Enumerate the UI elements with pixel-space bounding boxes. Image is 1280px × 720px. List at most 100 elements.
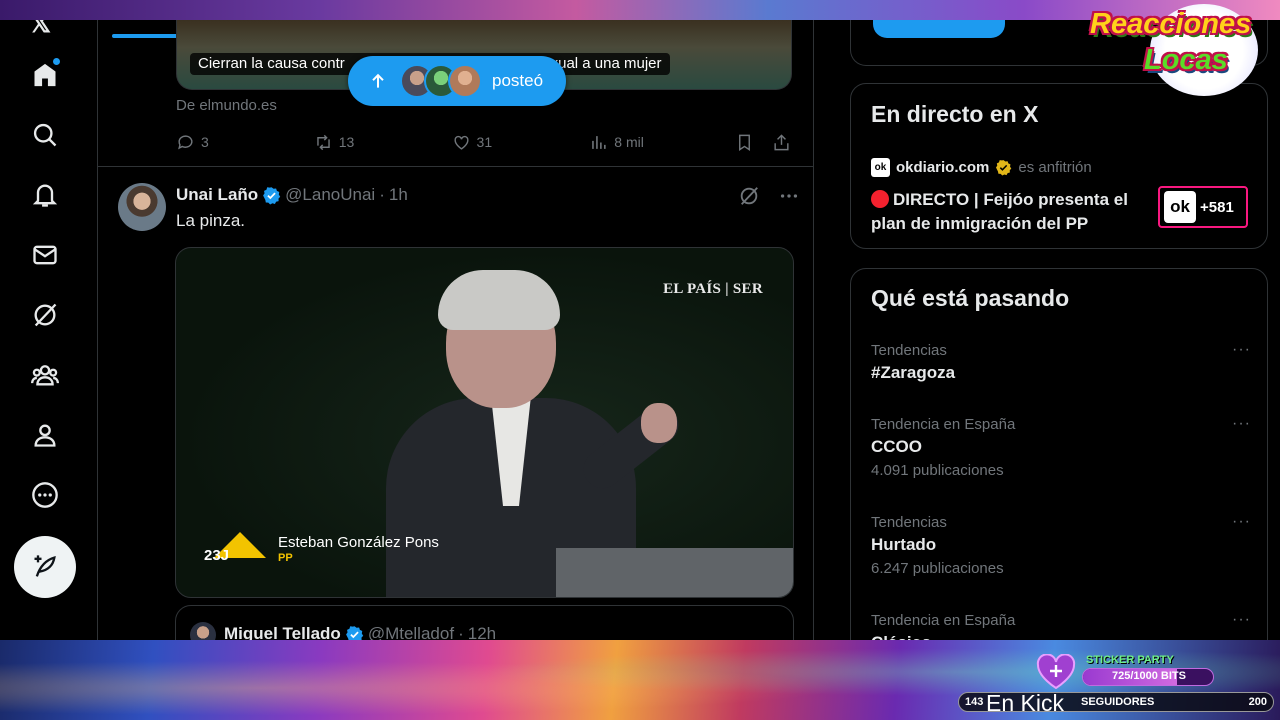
quoted-author-handle: @Mtelladof — [367, 624, 455, 640]
video-speaker-hair — [438, 270, 560, 330]
post-header-icons — [738, 185, 800, 207]
video-lower-third: 23J Esteban González Pons PP — [204, 532, 439, 564]
gold-verified-badge-icon — [995, 159, 1012, 176]
post-text: La pinza. — [176, 211, 245, 230]
share-button[interactable] — [772, 133, 792, 152]
video-23j-logo: 23J — [204, 532, 266, 564]
video-lectern — [556, 548, 793, 597]
okdiario-logo-icon: ok — [871, 158, 890, 177]
grok-icon[interactable] — [22, 292, 68, 338]
verified-badge-icon — [345, 625, 364, 640]
trend-more-icon[interactable]: ··· — [1232, 611, 1251, 629]
trend-item[interactable]: Tendencia en España Clásico ··· — [871, 611, 1251, 640]
trend-context: Tendencia en España — [871, 612, 1016, 629]
quoted-post[interactable]: Miguel Tellado @Mtelladof · 12h — [175, 605, 794, 640]
live-stream-text: DIRECTO | Feijóo presenta el plan de inm… — [871, 190, 1128, 233]
video-logo-text: 23J — [204, 547, 230, 564]
bookmark-button[interactable] — [735, 133, 772, 152]
verified-badge-icon — [262, 186, 281, 205]
active-tab-indicator — [112, 34, 178, 38]
link-card-source[interactable]: De elmundo.es — [176, 97, 277, 114]
kick-label: En Kick — [986, 690, 1064, 716]
grok-icon[interactable] — [738, 185, 760, 207]
video-speaker-name: Esteban González Pons — [278, 534, 439, 551]
video-player[interactable]: EL PAÍS | SER 23J Esteban González Pons … — [175, 247, 794, 598]
live-host-name: okdiario.com — [896, 159, 990, 176]
home-icon[interactable] — [22, 52, 68, 98]
like-button[interactable]: 31 — [452, 133, 590, 152]
trend-item[interactable]: Tendencia en España CCOO 4.091 publicaci… — [871, 415, 1251, 483]
trend-more-icon[interactable]: ··· — [1232, 415, 1251, 433]
time-separator: · — [458, 624, 464, 640]
trend-more-icon[interactable]: ··· — [1232, 341, 1251, 359]
more-options-icon[interactable] — [778, 185, 800, 207]
link-card-caption-part1: Cierran la causa contr — [198, 55, 345, 72]
post-time[interactable]: 1h — [389, 185, 408, 205]
trend-item[interactable]: Tendencias #Zaragoza ··· — [871, 341, 1251, 385]
live-host[interactable]: ok okdiario.com es anfitrión — [871, 158, 1092, 177]
trend-name: CCOO — [871, 437, 922, 456]
heart-icon — [453, 135, 469, 150]
followers-label: SEGUIDORES — [1081, 696, 1155, 708]
time-separator: · — [379, 185, 385, 204]
live-host-role: es anfitrión — [1018, 159, 1092, 176]
search-icon[interactable] — [22, 112, 68, 158]
heart-icon — [1036, 654, 1076, 690]
trends-title: Qué está pasando — [871, 285, 1070, 311]
more-icon[interactable] — [22, 472, 68, 518]
reply-icon — [178, 134, 193, 149]
channel-logo-line1: Reacciones — [1090, 8, 1252, 40]
x-app-window: 𝕏 Cierran la causa contr esión sexual a … — [0, 20, 1280, 640]
trends-panel: Qué está pasando Tendencias #Zaragoza ··… — [850, 268, 1268, 640]
views-icon — [592, 135, 606, 149]
trend-more-icon[interactable]: ··· — [1232, 513, 1251, 531]
arrow-up-icon — [372, 73, 384, 88]
sticker-party-title: STICKER PARTY — [1086, 654, 1174, 666]
followers-current: 143 — [965, 696, 984, 708]
bookmark-icon — [738, 134, 750, 151]
repost-count: 13 — [338, 134, 355, 150]
sticker-progress-text: 725/1000 BITS — [1112, 670, 1186, 682]
home-notification-dot — [53, 58, 60, 65]
trend-count: 6.247 publicaciones — [871, 560, 1004, 577]
trend-name: #Zaragoza — [871, 363, 956, 382]
avatar[interactable] — [118, 183, 166, 231]
stream-overlay-top — [0, 0, 1280, 20]
author-handle[interactable]: @LanoUnai — [285, 185, 375, 205]
trend-name: Hurtado — [871, 535, 937, 554]
sticker-progress-bar: 725/1000 BITS — [1082, 668, 1214, 686]
video-brand-watermark: EL PAÍS | SER — [663, 281, 763, 297]
trend-context: Tendencias — [871, 514, 947, 531]
messages-icon[interactable] — [22, 232, 68, 278]
quoted-post-time: 12h — [467, 624, 497, 640]
timeline: Cierran la causa contr esión sexual a una… — [98, 20, 814, 640]
author-name[interactable]: Unai Laño — [176, 185, 258, 205]
live-on-x-panel: En directo en X ok okdiario.com es anfit… — [850, 83, 1268, 249]
compose-post-button[interactable] — [14, 536, 76, 598]
profile-icon[interactable] — [22, 412, 68, 458]
post-divider — [98, 166, 814, 167]
trend-item[interactable]: Tendencias Hurtado 6.247 publicaciones ·… — [871, 513, 1251, 581]
okdiario-logo-icon: ok — [1164, 191, 1196, 223]
views-button[interactable]: 8 mil — [589, 133, 735, 152]
video-speaker-hand — [641, 403, 677, 443]
x-logo-icon[interactable]: 𝕏 — [30, 20, 51, 39]
channel-logo: Reacciones Locas — [1090, 2, 1276, 98]
trend-name: Clásico — [871, 631, 1251, 640]
reply-button[interactable]: 3 — [176, 133, 314, 152]
trend-context: Tendencia en España — [871, 416, 1016, 433]
live-panel-title: En directo en X — [871, 101, 1039, 127]
live-stream-title[interactable]: DIRECTO | Feijóo presenta el plan de inm… — [871, 188, 1151, 236]
notifications-icon[interactable] — [22, 172, 68, 218]
channel-logo-line2: Locas — [1144, 44, 1228, 76]
sidebar-top-button[interactable] — [873, 20, 1005, 38]
repost-button[interactable]: 13 — [314, 133, 452, 152]
new-posts-pill[interactable]: posteó — [348, 56, 566, 106]
communities-icon[interactable] — [22, 352, 68, 398]
live-viewers-badge[interactable]: ok +581 — [1158, 186, 1248, 228]
share-icon — [774, 133, 789, 150]
quoted-author-name: Miguel Tellado — [224, 624, 341, 640]
quoted-avatar — [190, 622, 216, 640]
like-count: 31 — [476, 134, 493, 150]
new-posts-label: posteó — [492, 71, 544, 90]
